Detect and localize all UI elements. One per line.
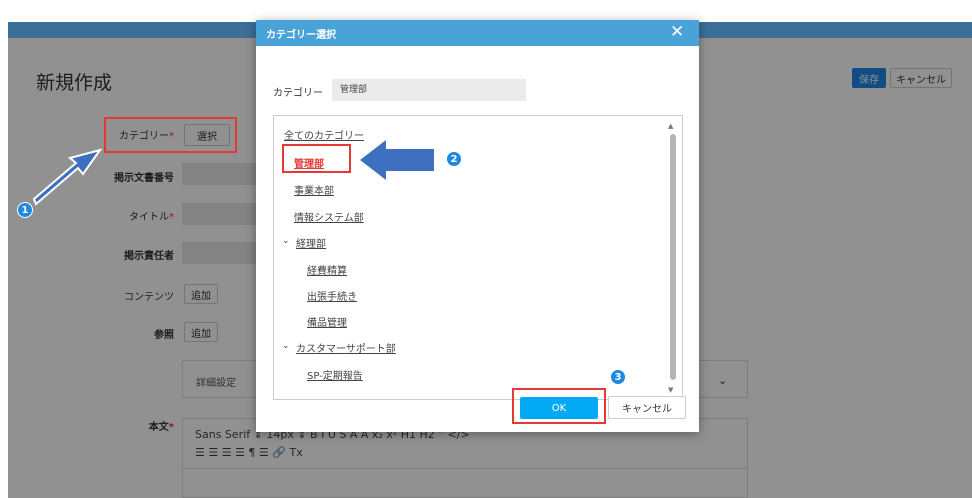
annotation-arrow-2 — [360, 140, 434, 180]
ok-highlight-box — [512, 388, 606, 424]
page: 新規作成 保存 キャンセル カテゴリー* 選択 掲示文書番号 タイトル* 掲示責… — [0, 0, 972, 498]
step-badge-2: 2 — [446, 151, 462, 167]
arrow-icon-step2 — [360, 140, 434, 180]
step-badge-3: 3 — [610, 369, 626, 385]
